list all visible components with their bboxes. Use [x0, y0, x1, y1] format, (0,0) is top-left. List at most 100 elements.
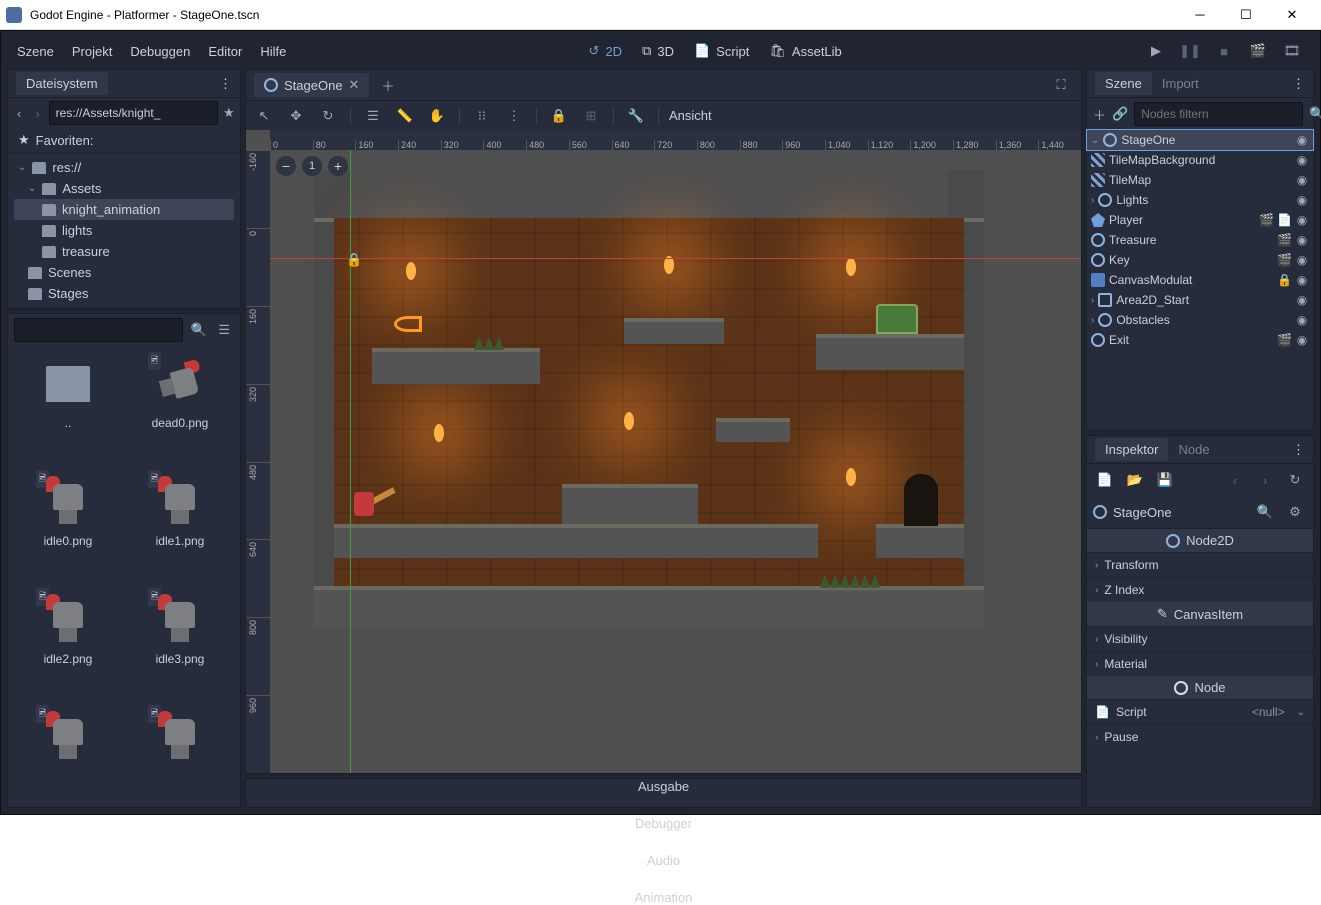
- section-node[interactable]: Node: [1087, 676, 1313, 699]
- thumb-idle2[interactable]: 🖻idle2.png: [14, 588, 122, 702]
- bottom-audio[interactable]: Audio: [647, 853, 680, 868]
- tree-root[interactable]: ⌄res://: [14, 157, 234, 178]
- visibility-icon[interactable]: ◉: [1295, 133, 1309, 147]
- inspector-tools-icon[interactable]: ⚙: [1283, 500, 1307, 524]
- thumb-dead0[interactable]: 🖻dead0.png: [126, 352, 234, 466]
- scene-panel-tab[interactable]: Szene: [1095, 72, 1152, 95]
- file-search-input[interactable]: [14, 318, 183, 342]
- scene-menu-icon[interactable]: ⋮: [1292, 76, 1305, 92]
- tree-knight-anim[interactable]: knight_animation: [14, 199, 234, 220]
- tree-assets[interactable]: ⌄Assets: [14, 178, 234, 199]
- search-nodes-icon[interactable]: 🔍: [1309, 102, 1321, 126]
- play-button[interactable]: ▶: [1144, 39, 1168, 63]
- save-resource-icon[interactable]: 💾: [1153, 468, 1177, 492]
- new-tab-icon[interactable]: ＋: [375, 76, 400, 95]
- new-resource-icon[interactable]: 📄: [1093, 468, 1117, 492]
- script-open-icon[interactable]: 🎬: [1259, 213, 1273, 227]
- add-node-icon[interactable]: ＋: [1093, 102, 1106, 126]
- node-stageone[interactable]: ⌄StageOne◉: [1087, 130, 1313, 150]
- pan-tool-icon[interactable]: ✋: [425, 104, 449, 128]
- node-player[interactable]: Player🎬📄◉: [1087, 210, 1313, 230]
- tree-treasure[interactable]: treasure: [14, 241, 234, 262]
- thumb-idle1[interactable]: 🖻idle1.png: [126, 470, 234, 584]
- zoom-in-icon[interactable]: +: [328, 156, 348, 176]
- view-mode-icon[interactable]: ☰: [215, 318, 235, 342]
- menu-project[interactable]: Projekt: [72, 44, 112, 59]
- rotate-tool-icon[interactable]: ↻: [316, 104, 340, 128]
- link-node-icon[interactable]: 🔗: [1112, 102, 1128, 126]
- play-scene-button[interactable]: 🎬: [1246, 39, 1270, 63]
- thumb-extra2[interactable]: 🖻: [126, 705, 234, 801]
- node-treasure[interactable]: Treasure🎬◉: [1087, 230, 1313, 250]
- node-obstacles[interactable]: ›Obstacles◉: [1087, 310, 1313, 330]
- snap-icon[interactable]: ⁝⁝: [470, 104, 494, 128]
- nav-fwd-icon[interactable]: ›: [30, 101, 44, 125]
- thumb-idle0[interactable]: 🖻idle0.png: [14, 470, 122, 584]
- zoom-out-icon[interactable]: −: [276, 156, 296, 176]
- workspace-2d[interactable]: ↺ 2D: [589, 43, 623, 59]
- zoom-reset-icon[interactable]: 1: [302, 156, 322, 176]
- move-tool-icon[interactable]: ✥: [284, 104, 308, 128]
- node-area2d[interactable]: ›Area2D_Start◉: [1087, 290, 1313, 310]
- section-node2d[interactable]: Node2D: [1087, 529, 1313, 552]
- viewport-2d[interactable]: 0801602403204004805606407208008809601,04…: [246, 130, 1081, 773]
- history-back-icon[interactable]: ‹: [1223, 468, 1247, 492]
- open-resource-icon[interactable]: 📂: [1123, 468, 1147, 492]
- ruler-tool-icon[interactable]: 📏: [393, 104, 417, 128]
- prop-pause[interactable]: ›Pause: [1087, 724, 1313, 749]
- node-tab[interactable]: Node: [1168, 438, 1219, 461]
- node-key[interactable]: Key🎬◉: [1087, 250, 1313, 270]
- tree-stages[interactable]: Stages: [14, 283, 234, 304]
- node-tilemap-bg[interactable]: TileMapBackground◉: [1087, 150, 1313, 170]
- pause-button[interactable]: ❚❚: [1178, 39, 1202, 63]
- favorites-row[interactable]: ★ Favoriten:: [8, 128, 240, 153]
- workspace-3d[interactable]: ⧉ 3D: [642, 43, 674, 59]
- prop-zindex[interactable]: ›Z Index: [1087, 577, 1313, 602]
- prop-material[interactable]: ›Material: [1087, 651, 1313, 676]
- section-canvasitem[interactable]: ✎ CanvasItem: [1087, 602, 1313, 626]
- stop-button[interactable]: ■: [1212, 39, 1236, 63]
- distraction-free-icon[interactable]: ⛶: [1049, 73, 1073, 97]
- search-icon[interactable]: 🔍: [189, 318, 209, 342]
- thumb-idle3[interactable]: 🖻idle3.png: [126, 588, 234, 702]
- lock-icon[interactable]: 🔒: [547, 104, 571, 128]
- nav-back-icon[interactable]: ‹: [12, 101, 26, 125]
- list-tool-icon[interactable]: ☰: [361, 104, 385, 128]
- close-tab-icon[interactable]: ✕: [349, 77, 360, 93]
- bottom-debugger[interactable]: Debugger: [635, 816, 692, 831]
- group-icon[interactable]: ⊞: [579, 104, 603, 128]
- favorite-icon[interactable]: ★: [222, 101, 236, 125]
- node-tilemap[interactable]: TileMap◉: [1087, 170, 1313, 190]
- workspace-script[interactable]: 📄 Script: [694, 43, 749, 59]
- bottom-animation[interactable]: Animation: [635, 890, 693, 905]
- snap-menu-icon[interactable]: ⋮: [502, 104, 526, 128]
- filesystem-menu-icon[interactable]: ⋮: [219, 76, 232, 92]
- path-field[interactable]: [49, 101, 218, 125]
- bottom-output[interactable]: Ausgabe: [638, 779, 689, 794]
- node-exit[interactable]: Exit🎬◉: [1087, 330, 1313, 350]
- inspector-search-icon[interactable]: 🔍: [1253, 500, 1277, 524]
- lock-node-icon[interactable]: 🔒: [1277, 273, 1291, 287]
- menu-scene[interactable]: Szene: [17, 44, 54, 59]
- prop-script[interactable]: 📄 Script<null>⌄: [1087, 699, 1313, 724]
- inspector-tab[interactable]: Inspektor: [1095, 438, 1168, 461]
- bone-icon[interactable]: 🔧: [624, 104, 648, 128]
- maximize-button[interactable]: ☐: [1223, 0, 1269, 30]
- prop-transform[interactable]: ›Transform: [1087, 552, 1313, 577]
- menu-debug[interactable]: Debuggen: [130, 44, 190, 59]
- menu-help[interactable]: Hilfe: [260, 44, 286, 59]
- tree-lights[interactable]: lights: [14, 220, 234, 241]
- filesystem-tab[interactable]: Dateisystem: [16, 72, 108, 95]
- prop-visibility[interactable]: ›Visibility: [1087, 626, 1313, 651]
- import-panel-tab[interactable]: Import: [1152, 72, 1209, 95]
- menu-editor[interactable]: Editor: [208, 44, 242, 59]
- node-lights[interactable]: ›Lights◉: [1087, 190, 1313, 210]
- workspace-assetlib[interactable]: 🛍 AssetLib: [769, 43, 841, 59]
- filter-nodes-input[interactable]: [1134, 102, 1303, 126]
- thumb-up[interactable]: ..: [14, 352, 122, 466]
- inspector-menu-icon[interactable]: ⋮: [1292, 442, 1305, 458]
- thumb-extra1[interactable]: 🖻: [14, 705, 122, 801]
- history-icon[interactable]: ↻: [1283, 468, 1307, 492]
- close-button[interactable]: ✕: [1269, 0, 1315, 30]
- select-tool-icon[interactable]: ↖: [252, 104, 276, 128]
